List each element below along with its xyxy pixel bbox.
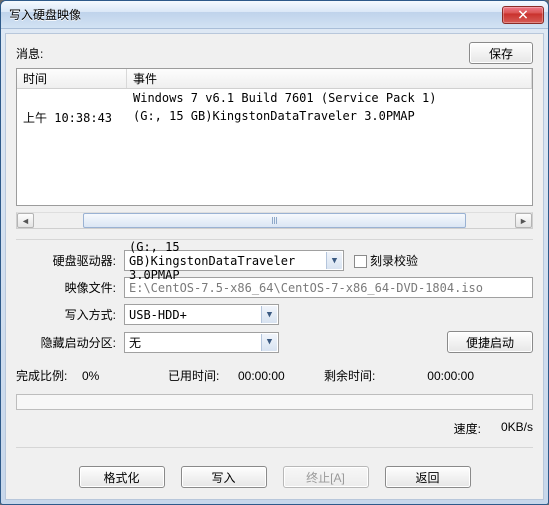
table-row[interactable]: 上午 10:38:43 (G:, 15 GB)KingstonDataTrave… [17, 107, 532, 128]
table-row[interactable]: Windows 7 v6.1 Build 7601 (Service Pack … [17, 89, 532, 107]
col-time-header[interactable]: 时间 [17, 69, 127, 88]
close-icon [518, 10, 528, 19]
write-button[interactable]: 写入 [181, 466, 267, 488]
separator [16, 447, 533, 448]
chevron-down-icon: ▼ [261, 306, 277, 323]
chevron-down-icon: ▼ [261, 334, 277, 351]
speed-label: 速度: [454, 420, 481, 437]
hidden-boot-select[interactable]: 无 ▼ [124, 332, 279, 353]
image-path-value: E:\CentOS-7.5-x86_64\CentOS-7-x86_64-DVD… [129, 281, 483, 295]
abort-button: 终止[A] [283, 466, 369, 488]
window-title: 写入硬盘映像 [9, 6, 502, 23]
scroll-left-button[interactable]: ◄ [17, 213, 34, 228]
verify-checkbox-label[interactable]: 刻录校验 [354, 252, 418, 269]
back-button[interactable]: 返回 [385, 466, 471, 488]
dialog-window: 写入硬盘映像 消息: 保存 时间 事件 Windows 7 v6.1 Build… [0, 0, 549, 505]
titlebar[interactable]: 写入硬盘映像 [1, 1, 548, 29]
client-area: 消息: 保存 时间 事件 Windows 7 v6.1 Build 7601 (… [5, 33, 544, 500]
drive-select[interactable]: (G:, 15 GB)KingstonDataTraveler 3.0PMAP … [124, 250, 344, 271]
save-button[interactable]: 保存 [469, 42, 533, 64]
scroll-grip-icon [272, 217, 277, 224]
progress-bar [16, 394, 533, 410]
col-event-header[interactable]: 事件 [127, 69, 532, 88]
drive-select-value: (G:, 15 GB)KingstonDataTraveler 3.0PMAP [129, 240, 325, 282]
image-label: 映像文件: [65, 279, 116, 296]
cell-event: (G:, 15 GB)KingstonDataTraveler 3.0PMAP [127, 108, 532, 127]
horizontal-scrollbar[interactable]: ◄ ► [16, 212, 533, 229]
cell-time [17, 90, 127, 106]
message-label: 消息: [16, 45, 43, 62]
verify-checkbox[interactable] [354, 255, 367, 268]
write-method-value: USB-HDD+ [129, 308, 187, 322]
cell-event: Windows 7 v6.1 Build 7601 (Service Pack … [127, 90, 532, 106]
hidden-boot-label: 隐藏启动分区: [41, 334, 116, 351]
message-row: 消息: 保存 [16, 42, 533, 64]
pct-value: 0% [82, 369, 162, 383]
speed-value: 0KB/s [501, 420, 533, 437]
chevron-down-icon: ▼ [326, 252, 342, 269]
elapsed-label: 已用时间: [168, 367, 232, 384]
close-button[interactable] [502, 6, 544, 24]
quick-boot-button[interactable]: 便捷启动 [447, 331, 533, 353]
elapsed-value: 00:00:00 [238, 369, 318, 383]
remain-label: 剩余时间: [324, 367, 388, 384]
speed-row: 速度: 0KB/s [16, 420, 533, 437]
log-header: 时间 事件 [17, 69, 532, 89]
cell-time: 上午 10:38:43 [17, 108, 127, 127]
format-button[interactable]: 格式化 [79, 466, 165, 488]
drive-label: 硬盘驱动器: [53, 252, 116, 269]
method-label: 写入方式: [65, 306, 116, 323]
hidden-boot-value: 无 [129, 334, 141, 351]
bottom-button-bar: 格式化 写入 终止[A] 返回 [16, 466, 533, 488]
scroll-thumb[interactable] [83, 213, 466, 228]
scroll-track[interactable] [35, 213, 514, 228]
form-grid: 硬盘驱动器: (G:, 15 GB)KingstonDataTraveler 3… [16, 250, 533, 353]
remain-value: 00:00:00 [394, 369, 474, 383]
log-list[interactable]: 时间 事件 Windows 7 v6.1 Build 7601 (Service… [16, 68, 533, 206]
log-body: Windows 7 v6.1 Build 7601 (Service Pack … [17, 89, 532, 205]
progress-row: 完成比例: 0% 已用时间: 00:00:00 剩余时间: 00:00:00 [16, 367, 533, 384]
write-method-select[interactable]: USB-HDD+ ▼ [124, 304, 279, 325]
scroll-right-button[interactable]: ► [515, 213, 532, 228]
pct-label: 完成比例: [16, 367, 76, 384]
